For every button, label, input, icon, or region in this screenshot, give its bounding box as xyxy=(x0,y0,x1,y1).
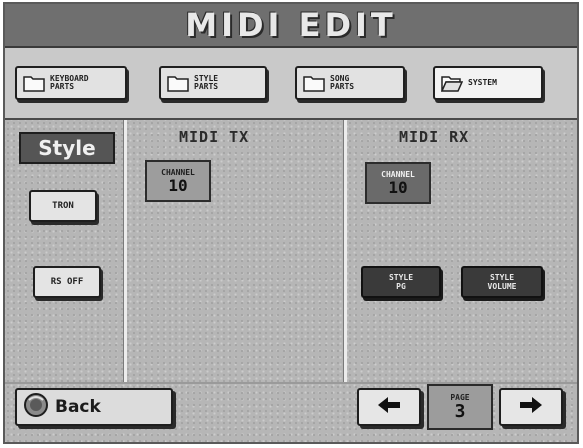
tab-label: SYSTEM xyxy=(468,78,497,87)
tron-button[interactable]: TRON xyxy=(29,190,97,222)
tab-system[interactable]: SYSTEM xyxy=(433,66,543,100)
main-panel: Style TRON RS OFF MIDI TX CHANNEL 10 MID… xyxy=(5,120,577,442)
page-title: MIDI EDIT xyxy=(185,6,397,44)
channel-value: 10 xyxy=(388,177,408,197)
next-page-button[interactable] xyxy=(499,388,563,426)
open-folder-icon xyxy=(441,74,463,92)
arrow-left-icon xyxy=(376,395,402,419)
prev-page-button[interactable] xyxy=(357,388,421,426)
rs-off-button[interactable]: RS OFF xyxy=(33,266,101,298)
rx-channel-field[interactable]: CHANNEL 10 xyxy=(365,162,431,204)
channel-value: 10 xyxy=(168,175,188,195)
midi-tx-heading: MIDI TX xyxy=(179,128,250,146)
tab-keyboard-parts[interactable]: KEYBOARD PARTS xyxy=(15,66,127,100)
midi-rx-heading: MIDI RX xyxy=(399,128,470,146)
folder-icon xyxy=(23,74,45,92)
tab-label: SONG PARTS xyxy=(330,74,355,91)
divider xyxy=(343,120,347,382)
back-icon xyxy=(23,392,49,422)
page-number: 3 xyxy=(454,400,466,422)
tab-label: STYLE PARTS xyxy=(194,74,219,91)
tx-channel-field[interactable]: CHANNEL 10 xyxy=(145,160,211,202)
divider xyxy=(123,120,127,382)
style-label: Style xyxy=(19,132,115,164)
tab-label: KEYBOARD PARTS xyxy=(50,74,89,91)
page-indicator: PAGE 3 xyxy=(427,384,493,430)
tab-style-parts[interactable]: STYLE PARTS xyxy=(159,66,267,100)
back-button[interactable]: Back xyxy=(15,388,173,426)
back-label: Back xyxy=(55,397,101,417)
folder-icon xyxy=(167,74,189,92)
tab-row: KEYBOARD PARTS STYLE PARTS SONG PARTS SY… xyxy=(5,48,577,120)
tab-song-parts[interactable]: SONG PARTS xyxy=(295,66,405,100)
title-bar: MIDI EDIT xyxy=(5,4,577,48)
folder-icon xyxy=(303,74,325,92)
style-pg-button[interactable]: STYLE PG xyxy=(361,266,441,298)
arrow-right-icon xyxy=(518,395,544,419)
style-volume-button[interactable]: STYLE VOLUME xyxy=(461,266,543,298)
midi-edit-screen: MIDI EDIT KEYBOARD PARTS STYLE PARTS SON… xyxy=(3,2,579,444)
